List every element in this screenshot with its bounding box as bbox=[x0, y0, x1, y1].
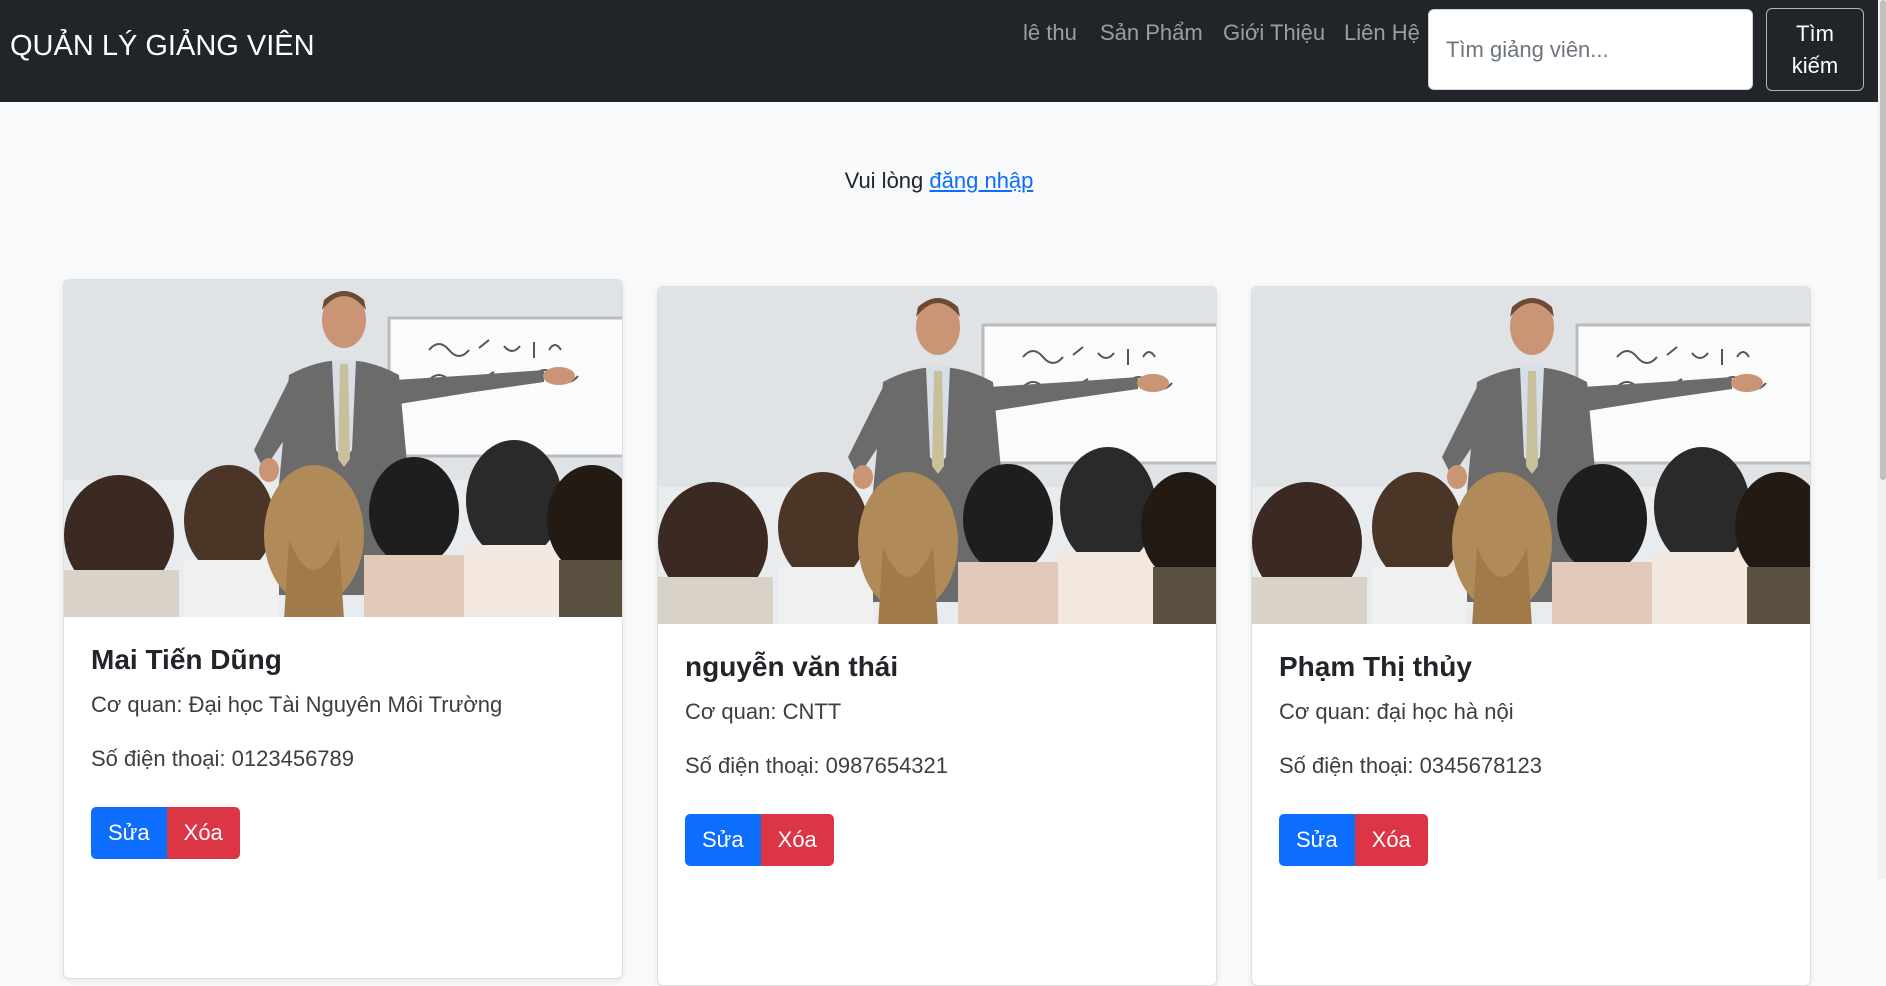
nav-link-san-pham[interactable]: Sản Phẩm bbox=[1100, 20, 1203, 46]
login-link[interactable]: đăng nhập bbox=[929, 168, 1033, 193]
lecturer-card: Mai Tiến Dũng Cơ quan: Đại học Tài Nguyê… bbox=[63, 279, 623, 979]
delete-button[interactable]: Xóa bbox=[1354, 814, 1428, 866]
lecturer-card: Phạm Thị thủy Cơ quan: đại học hà nội Số… bbox=[1251, 286, 1811, 986]
nav-link-le-thu[interactable]: lê thu bbox=[1023, 20, 1077, 46]
lecturer-card: nguyễn văn thái Cơ quan: CNTT Số điện th… bbox=[657, 286, 1217, 986]
login-notice-text: Vui lòng bbox=[844, 168, 930, 193]
delete-button[interactable]: Xóa bbox=[166, 807, 240, 859]
lecturer-name: Mai Tiến Dũng bbox=[91, 644, 282, 675]
edit-button[interactable]: Sửa bbox=[685, 814, 761, 866]
lecturer-agency: Cơ quan: CNTT bbox=[685, 699, 842, 724]
lecturer-photo bbox=[658, 287, 1217, 624]
edit-button[interactable]: Sửa bbox=[91, 807, 167, 859]
brand-title[interactable]: QUẢN LÝ GIẢNG VIÊN bbox=[10, 30, 315, 63]
card-actions: Sửa Xóa bbox=[1279, 814, 1428, 866]
lecturer-photo bbox=[1252, 287, 1811, 624]
lecturer-phone: Số điện thoại: 0123456789 bbox=[91, 746, 355, 771]
edit-button[interactable]: Sửa bbox=[1279, 814, 1355, 866]
delete-button[interactable]: Xóa bbox=[760, 814, 834, 866]
lecturer-agency: Cơ quan: đại học hà nội bbox=[1279, 699, 1514, 724]
login-notice: Vui lòng đăng nhập bbox=[0, 168, 1878, 194]
lecturer-phone: Số điện thoại: 0345678123 bbox=[1279, 753, 1543, 778]
lecturer-name: Phạm Thị thủy bbox=[1279, 651, 1472, 682]
card-actions: Sửa Xóa bbox=[91, 807, 240, 859]
nav-link-gioi-thieu[interactable]: Giới Thiệu bbox=[1223, 20, 1325, 46]
lecturer-agency: Cơ quan: Đại học Tài Nguyên Môi Trường bbox=[91, 692, 503, 717]
nav-link-lien-he[interactable]: Liên Hệ bbox=[1344, 20, 1420, 46]
lecturer-phone: Số điện thoại: 0987654321 bbox=[685, 753, 949, 778]
lecturer-name: nguyễn văn thái bbox=[685, 651, 899, 682]
top-navbar: QUẢN LÝ GIẢNG VIÊN lê thu Sản Phẩm Giới … bbox=[0, 0, 1886, 102]
card-actions: Sửa Xóa bbox=[685, 814, 834, 866]
search-button[interactable]: Tìm kiếm bbox=[1766, 8, 1864, 91]
scrollbar-thumb[interactable] bbox=[1880, 0, 1886, 480]
lecturer-photo bbox=[64, 280, 623, 617]
search-input[interactable] bbox=[1428, 9, 1753, 90]
